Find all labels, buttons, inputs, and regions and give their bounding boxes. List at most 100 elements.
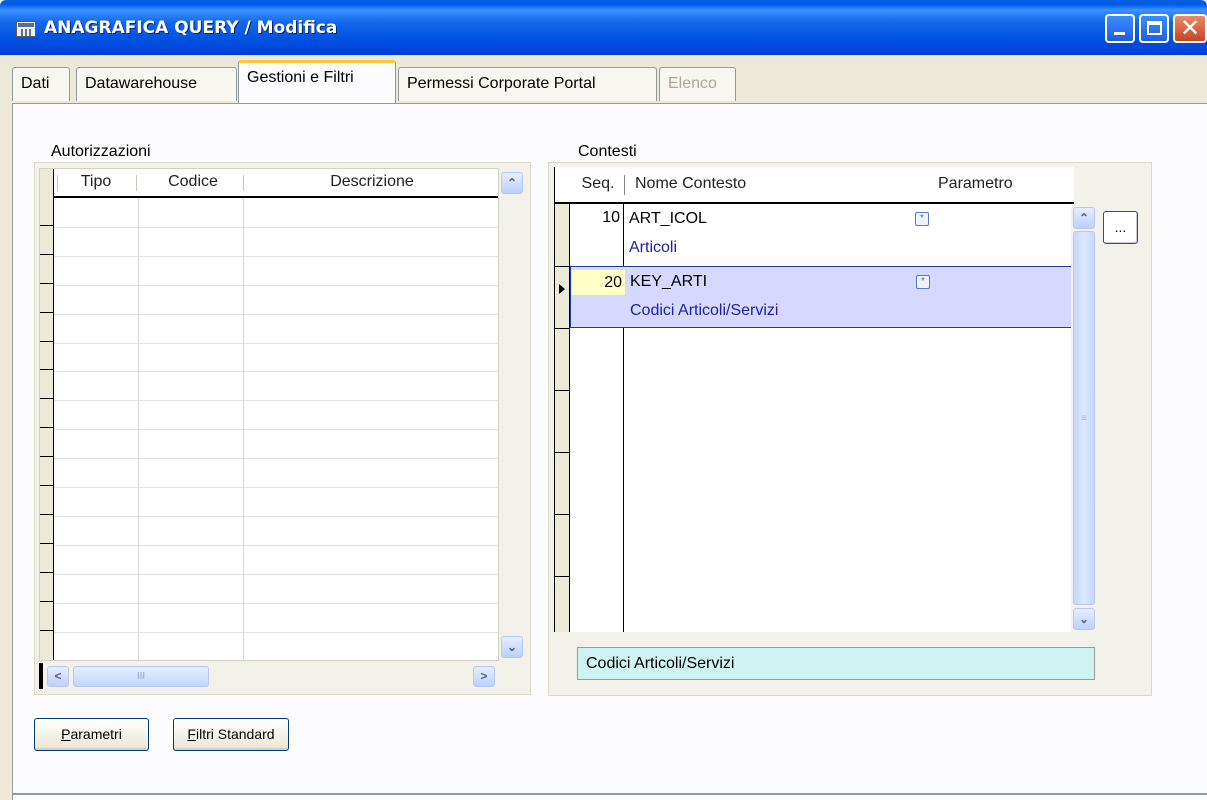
column-header-parametro[interactable]: Parametro: [938, 175, 1013, 193]
header-separator: [624, 175, 625, 195]
table-row[interactable]: 10 ART_ICOL * Articoli: [570, 204, 1074, 266]
indicator-divider: [40, 572, 54, 573]
contesto-description-field: Codici Articoli/Servizi: [577, 647, 1095, 680]
row-indicator-column[interactable]: [40, 169, 54, 660]
tab-elenco: Elenco: [659, 67, 736, 101]
indicator-divider: [555, 452, 570, 453]
scroll-down-icon[interactable]: ⌄: [501, 636, 523, 658]
filtri-accelerator: F: [187, 726, 196, 742]
indicator-divider: [40, 369, 54, 370]
close-icon: ✕: [1179, 14, 1201, 42]
title-bar[interactable]: ANAGRAFICA QUERY / Modifica ✕: [0, 0, 1207, 55]
autorizzazioni-vertical-scrollbar[interactable]: ⌃ ⌄: [499, 168, 525, 661]
current-row-pointer-icon: [559, 284, 565, 294]
indicator-divider: [40, 254, 54, 255]
empty-row-line: [54, 487, 498, 488]
autorizzazioni-header: Tipo Codice Descrizione: [54, 169, 498, 198]
indicator-divider: [40, 283, 54, 284]
scroll-up-icon[interactable]: ⌃: [501, 172, 523, 194]
tab-datawarehouse[interactable]: Datawarehouse: [76, 67, 237, 101]
indicator-divider: [555, 576, 570, 577]
autorizzazioni-horizontal-scrollbar[interactable]: < III >: [39, 663, 499, 689]
contesti-rows: 10 ART_ICOL * Articoli 20 KEY_ARTI * Cod…: [570, 204, 1074, 632]
indicator-divider: [555, 328, 570, 329]
column-header-descrizione[interactable]: Descrizione: [250, 173, 494, 191]
table-row-selected[interactable]: 20 KEY_ARTI * Codici Articoli/Servizi: [570, 266, 1074, 328]
indicator-divider: [40, 485, 54, 486]
indicator-divider: [40, 456, 54, 457]
close-button[interactable]: ✕: [1173, 14, 1207, 43]
indicator-divider: [40, 514, 54, 515]
nome-contesto-cell[interactable]: ART_ICOL: [629, 210, 707, 228]
parametri-button[interactable]: Parametri: [34, 718, 149, 751]
minimize-icon: [1114, 32, 1125, 35]
empty-row-line: [54, 632, 498, 633]
indicator-divider: [40, 630, 54, 631]
header-separator: [136, 175, 137, 191]
maximize-button[interactable]: [1139, 14, 1169, 43]
window-title: ANAGRAFICA QUERY / Modifica: [44, 18, 338, 38]
empty-row-line: [54, 603, 498, 604]
empty-row-line: [54, 256, 498, 257]
seq-cell[interactable]: 10: [570, 209, 623, 233]
indicator-divider: [40, 341, 54, 342]
empty-row-line: [54, 458, 498, 459]
empty-row-line: [54, 371, 498, 372]
nome-contesto-cell[interactable]: KEY_ARTI: [630, 273, 707, 291]
contesti-vertical-scrollbar[interactable]: ⌃ ≡ ⌄: [1071, 207, 1098, 632]
horizontal-scroll-thumb[interactable]: III: [73, 666, 209, 687]
parametri-label: arametri: [70, 726, 122, 742]
scroll-right-icon[interactable]: >: [473, 666, 495, 687]
scroll-down-icon[interactable]: ⌄: [1073, 608, 1095, 630]
empty-row-line: [54, 285, 498, 286]
empty-row-line: [54, 574, 498, 575]
empty-row-line: [54, 343, 498, 344]
empty-row-line: [54, 429, 498, 430]
vertical-scroll-thumb[interactable]: ≡: [1073, 231, 1095, 605]
column-header-nome-contesto[interactable]: Nome Contesto: [635, 175, 746, 193]
scroll-up-icon[interactable]: ⌃: [1073, 207, 1095, 229]
empty-row-line: [54, 227, 498, 228]
indicator-divider: [40, 225, 54, 226]
column-header-codice[interactable]: Codice: [146, 173, 240, 191]
filtri-standard-button[interactable]: Filtri Standard: [173, 718, 289, 751]
indicator-divider: [555, 390, 570, 391]
header-separator: [57, 175, 58, 191]
tab-permessi-corporate-portal[interactable]: Permessi Corporate Portal: [398, 67, 657, 101]
empty-row-line: [54, 314, 498, 315]
window-app-icon: [16, 21, 36, 37]
descrizione-cell: Codici Articoli/Servizi: [630, 302, 779, 319]
tab-gestioni-e-filtri[interactable]: Gestioni e Filtri: [238, 60, 396, 103]
contesti-label: Contesti: [578, 143, 637, 160]
minimize-button[interactable]: [1105, 14, 1135, 43]
header-separator: [243, 175, 244, 191]
empty-row-line: [54, 516, 498, 517]
parametro-checkbox-icon[interactable]: *: [916, 275, 930, 289]
tab-dati[interactable]: Dati: [12, 67, 70, 101]
row-indicator-column[interactable]: [555, 204, 570, 632]
filtri-label: iltri Standard: [195, 726, 275, 742]
indicator-divider: [40, 398, 54, 399]
tab-strip: Dati Datawarehouse Gestioni e Filtri Per…: [12, 60, 1207, 104]
panel-bottom-border: [12, 793, 1207, 795]
column-header-tipo[interactable]: Tipo: [66, 173, 126, 191]
contesti-grid[interactable]: Seq. Nome Contesto Parametro 10 ART_ICOL…: [554, 167, 1074, 632]
indicator-divider: [555, 514, 570, 515]
autorizzazioni-grid[interactable]: Tipo Codice Descrizione: [39, 168, 499, 661]
autorizzazioni-label: Autorizzazioni: [51, 143, 151, 160]
empty-row-line: [54, 545, 498, 546]
descrizione-cell: Articoli: [629, 239, 678, 256]
contesti-header: Seq. Nome Contesto Parametro: [555, 167, 1074, 204]
window: ANAGRAFICA QUERY / Modifica ✕ Dati Dataw…: [0, 0, 1207, 800]
indicator-divider: [555, 266, 570, 267]
parametro-checkbox-icon[interactable]: *: [915, 212, 929, 226]
indicator-divider: [40, 543, 54, 544]
column-header-seq[interactable]: Seq.: [573, 175, 623, 193]
contesto-browse-button[interactable]: ...: [1103, 211, 1138, 244]
seq-cell[interactable]: 20: [572, 270, 625, 295]
indicator-divider: [40, 312, 54, 313]
indicator-divider: [40, 427, 54, 428]
maximize-icon: [1147, 21, 1162, 35]
empty-row-line: [54, 400, 498, 401]
scroll-left-icon[interactable]: <: [47, 666, 69, 687]
